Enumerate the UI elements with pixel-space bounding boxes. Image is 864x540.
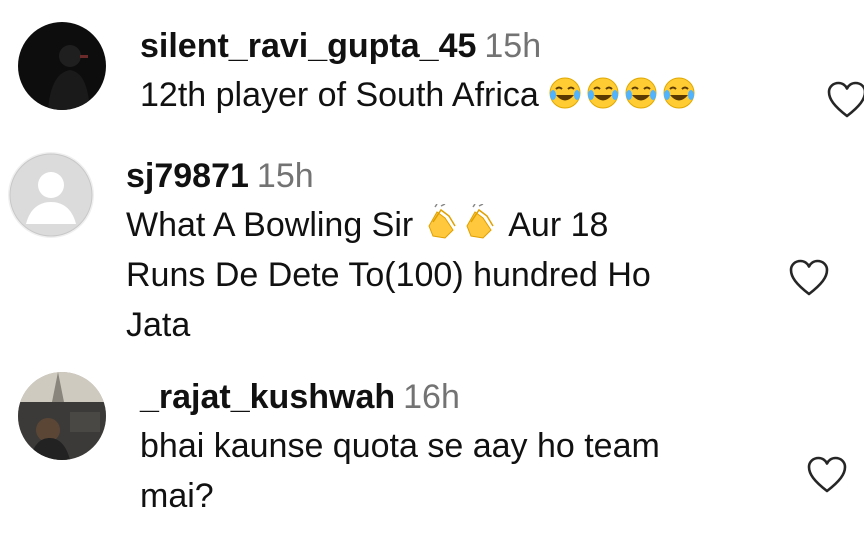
clapping-hands-emoji [428,204,494,239]
comment-text-part: 12th player of South Africa [140,76,549,114]
comment-username[interactable]: _rajat_kushwah [140,378,395,416]
user-avatar[interactable] [8,152,94,238]
comment-item: sj79871 15h What A Bowling Sir Aur 18 Ru… [0,140,864,355]
comments-list: silent_ravi_gupta_45 15h 12th player of S… [0,0,864,540]
comment-timestamp: 15h [256,157,314,195]
face-with-tears-of-joy-emoji [549,77,695,109]
comment-item: _rajat_kushwah 16h bhai kaunse quota se a… [0,355,864,540]
comment-item: silent_ravi_gupta_45 15h 12th player of S… [0,0,864,140]
comment-text: What A Bowling Sir Aur 18 Runs De Dete T… [126,200,651,350]
comment-username[interactable]: sj79871 [126,157,249,195]
like-button[interactable] [788,258,830,298]
heart-outline-icon [827,81,864,118]
comment-text: 12th player of South Africa [140,70,700,120]
dark-silhouette-avatar-icon [18,22,106,110]
comment-text-part: What A Bowling Sir [126,206,423,244]
user-avatar[interactable] [18,372,106,460]
photo-avatar-icon [18,372,106,460]
like-button[interactable] [806,455,848,495]
laughing-emojis [548,76,700,114]
user-avatar[interactable] [18,22,106,110]
default-profile-avatar-icon [8,152,94,238]
comment-timestamp: 16h [403,378,460,416]
heart-outline-icon [789,259,829,296]
comment-text-line: Runs De Dete To(100) hundred Ho [126,256,651,294]
comment-text-line: mai? [140,477,214,515]
comment-text: bhai kaunse quota se aay ho team mai? [140,421,660,521]
comment-username[interactable]: silent_ravi_gupta_45 [140,27,476,65]
comment-timestamp: 15h [484,27,542,65]
comment-text-part: Aur 18 [500,206,609,244]
comment-text-line: Jata [126,306,191,344]
heart-outline-icon [807,456,847,493]
like-button[interactable] [826,80,864,120]
comment-text-line: bhai kaunse quota se aay ho team [140,427,660,465]
clapping-emojis [423,204,501,244]
